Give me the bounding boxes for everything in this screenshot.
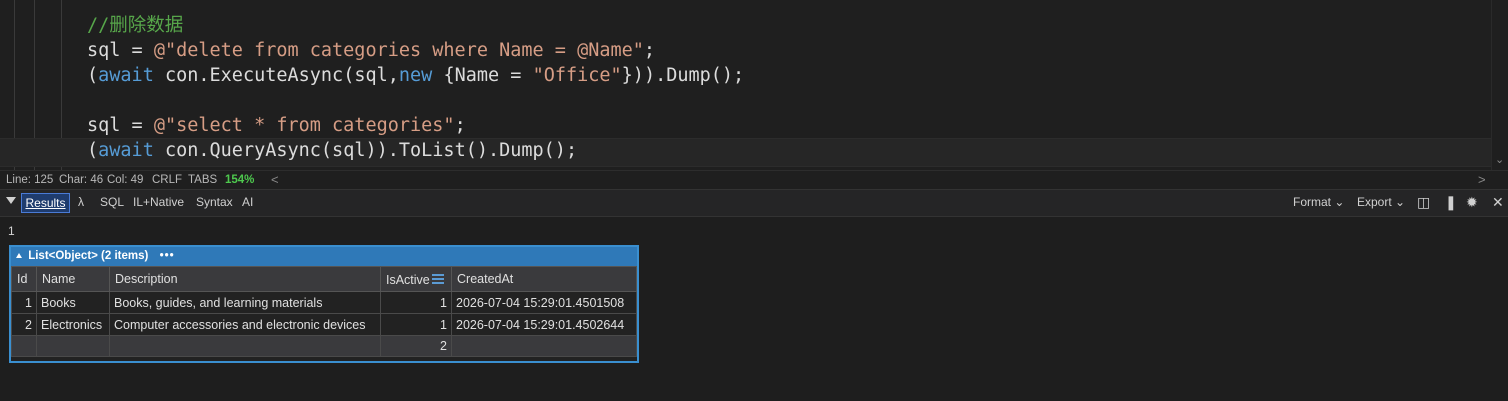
status-bar: Line: 125 Char: 46 Col: 49 CRLF TABS 154… <box>0 170 1508 189</box>
column-header-isactive[interactable]: IsActive <box>380 266 452 292</box>
column-header-id[interactable]: Id <box>11 266 37 292</box>
results-toolbar: Results λ SQL IL+Native Syntax AI Format… <box>0 189 1508 217</box>
chevron-down-icon[interactable]: ⌄ <box>1495 153 1504 166</box>
scroll-right-icon[interactable]: > <box>1478 171 1486 189</box>
spinner-icon[interactable]: ✹ <box>1466 194 1478 211</box>
column-header-description[interactable]: Description <box>109 266 381 292</box>
dump-table-container: List<Object> (2 items) ••• Id Name Descr… <box>9 245 639 363</box>
cell-name: Books <box>36 291 110 314</box>
cell-name: Electronics <box>36 313 110 336</box>
collapse-triangle-icon[interactable] <box>6 197 16 204</box>
table-summary-row: 2 <box>11 335 637 357</box>
code-line[interactable]: //删除数据 <box>87 13 744 38</box>
table-header-row: Id Name Description IsActive CreatedAt <box>11 266 637 292</box>
column-header-name[interactable]: Name <box>36 266 110 292</box>
collapse-arrow-icon[interactable] <box>16 253 22 258</box>
pin-icon[interactable]: ❚ <box>1445 194 1457 211</box>
code-token: @"select * from categories" <box>153 115 455 136</box>
code-line[interactable]: (await con.ExecuteAsync(sql,new {Name = … <box>87 63 744 88</box>
code-line[interactable] <box>87 88 744 113</box>
scroll-left-icon[interactable]: < <box>271 171 279 189</box>
tab-sql[interactable]: SQL <box>100 195 124 209</box>
column-header-createdat[interactable]: CreatedAt <box>451 266 637 292</box>
more-options-icon[interactable]: ••• <box>160 250 175 262</box>
dump-table-title: List<Object> (2 items) <box>28 250 149 262</box>
code-token: sql = <box>87 40 154 61</box>
vertical-scrollbar[interactable]: ⌄ <box>1491 0 1508 170</box>
dump-table: Id Name Description IsActive CreatedAt 1… <box>11 266 637 357</box>
code-token: ( <box>87 140 99 161</box>
status-line: Line: 125 <box>6 174 54 186</box>
cell-description: Books, guides, and learning materials <box>109 291 381 314</box>
summary-cell <box>36 335 110 357</box>
code-token: //删除数据 <box>87 15 184 36</box>
status-char: Char: 46 <box>59 174 104 186</box>
code-token: "Office" <box>532 65 622 86</box>
code-editor[interactable]: //删除数据 sql = @"delete from categories whe… <box>0 0 1508 170</box>
code-line[interactable]: sql = @"select * from categories"; <box>87 113 744 138</box>
column-header-isactive-label: IsActive <box>386 272 430 287</box>
summary-cell <box>11 335 37 357</box>
cell-id: 2 <box>11 313 37 336</box>
code-line[interactable]: (await con.QueryAsync(sql)).ToList().Dum… <box>87 138 744 163</box>
code-token: @"delete from categories where Name = @N… <box>153 40 644 61</box>
code-token: {Name = <box>432 65 533 86</box>
cell-createdat: 2026-07-04 15:29:01.4502644 <box>451 313 637 336</box>
tab-syntax[interactable]: Syntax <box>196 195 233 209</box>
cell-isactive: 1 <box>380 291 452 314</box>
status-indent: TABS <box>188 174 218 186</box>
cell-createdat: 2026-07-04 15:29:01.4501508 <box>451 291 637 314</box>
tab-results[interactable]: Results <box>21 193 70 213</box>
export-menu-button[interactable]: Export ⌄ <box>1357 195 1405 209</box>
code-line[interactable]: sql = @"delete from categories where Nam… <box>87 38 744 63</box>
summary-cell <box>451 335 637 357</box>
status-eol: CRLF <box>152 174 183 186</box>
status-zoom[interactable]: 154% <box>225 171 254 189</box>
code-token: con.QueryAsync(sql)).ToList().Dump(); <box>153 140 578 161</box>
split-panel-icon[interactable]: ◫ <box>1417 194 1430 211</box>
cell-description: Computer accessories and electronic devi… <box>109 313 381 336</box>
code-token: ; <box>643 40 656 61</box>
code-token: ; <box>454 115 466 136</box>
table-row: 1 Books Books, guides, and learning mate… <box>11 291 637 314</box>
table-row: 2 Electronics Computer accessories and e… <box>11 313 637 336</box>
code-token: await <box>98 140 154 161</box>
format-menu-button[interactable]: Format ⌄ <box>1293 195 1344 209</box>
summary-cell <box>109 335 381 357</box>
dump-output-value: 1 <box>8 224 15 238</box>
code-token: sql = <box>87 115 154 136</box>
code-token: await <box>98 65 154 86</box>
code-token: })).Dump(); <box>621 65 745 86</box>
column-totals-icon[interactable] <box>431 272 444 286</box>
summary-cell-isactive-total: 2 <box>380 335 452 357</box>
cell-id: 1 <box>11 291 37 314</box>
code-token: new <box>398 65 433 86</box>
code-token: con.ExecuteAsync(sql, <box>153 65 399 86</box>
dump-table-header[interactable]: List<Object> (2 items) ••• <box>11 247 637 266</box>
tab-lambda[interactable]: λ <box>78 195 84 209</box>
code-token: ( <box>87 65 99 86</box>
cell-isactive: 1 <box>380 313 452 336</box>
tab-ai[interactable]: AI <box>242 195 253 209</box>
status-col: Col: 49 <box>107 174 144 186</box>
close-icon[interactable]: ✕ <box>1492 194 1504 211</box>
tab-il-native[interactable]: IL+Native <box>133 195 184 209</box>
code-text[interactable]: //删除数据 sql = @"delete from categories whe… <box>87 13 744 163</box>
